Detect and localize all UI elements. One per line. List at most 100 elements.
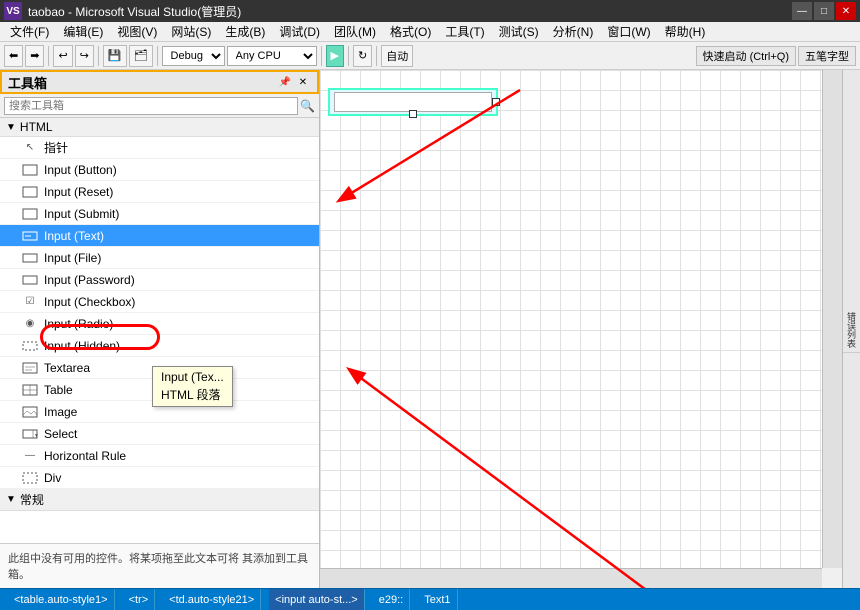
tooltip-item-input-text[interactable]: Input (Tex... bbox=[161, 369, 224, 385]
toolbar-sep-3 bbox=[157, 46, 158, 66]
title-bar-left: VS taobao - Microsoft Visual Studio(管理员) bbox=[4, 2, 241, 20]
menu-analyze[interactable]: 分析(N) bbox=[547, 21, 600, 42]
div-icon bbox=[20, 470, 40, 486]
canvas-grid[interactable] bbox=[320, 70, 822, 568]
toolbar: ⬅ ➡ ↩ ↪ 💾 🗂 Debug Any CPU ▶ ↻ 自动 快速启动 (C… bbox=[0, 42, 860, 70]
refresh-button[interactable]: ↻ bbox=[353, 45, 372, 67]
toolbox-item-input-password[interactable]: Input (Password) bbox=[0, 269, 319, 291]
font-button[interactable]: 五笔字型 bbox=[798, 46, 856, 66]
menu-debug[interactable]: 调试(D) bbox=[273, 21, 326, 42]
title-bar: VS taobao - Microsoft Visual Studio(管理员)… bbox=[0, 0, 860, 22]
nav-back-button[interactable]: ⬅ bbox=[4, 45, 23, 67]
toolbox-item-input-text[interactable]: Input (Text) bbox=[0, 225, 319, 247]
toolbox-group-general[interactable]: ▼ 常规 bbox=[0, 489, 319, 511]
status-input[interactable]: <input auto-st...> bbox=[269, 589, 365, 610]
select-icon: ▼ bbox=[20, 426, 40, 442]
close-button[interactable]: ✕ bbox=[836, 2, 856, 20]
toolbox-item-input-submit[interactable]: Input (Submit) bbox=[0, 203, 319, 225]
toolbox-title: 工具箱 bbox=[8, 73, 47, 92]
menu-help[interactable]: 帮助(H) bbox=[659, 21, 712, 42]
status-td[interactable]: <td.auto-style21> bbox=[163, 589, 261, 610]
toolbar-sep-5 bbox=[348, 46, 349, 66]
status-pos[interactable]: e29:: bbox=[373, 589, 410, 610]
menu-tools[interactable]: 工具(T) bbox=[439, 21, 490, 42]
cpu-platform-select[interactable]: Any CPU bbox=[227, 46, 317, 66]
title-bar-controls[interactable]: — □ ✕ bbox=[792, 2, 856, 20]
quick-start-button[interactable]: 快速启动 (Ctrl+Q) bbox=[696, 46, 796, 66]
group-html-label: HTML bbox=[20, 120, 53, 134]
toolbox-item-input-file[interactable]: Input (File) bbox=[0, 247, 319, 269]
toolbox-item-input-reset[interactable]: Input (Reset) bbox=[0, 181, 319, 203]
input-text-icon bbox=[20, 228, 40, 244]
right-panel-item-error[interactable]: 错误列表 bbox=[843, 308, 860, 353]
search-icon: 🔍 bbox=[300, 99, 315, 113]
toolbox-item-input-button[interactable]: Input (Button) bbox=[0, 159, 319, 181]
window-title: taobao - Microsoft Visual Studio(管理员) bbox=[28, 3, 241, 20]
tooltip-item-html-para[interactable]: HTML 段落 bbox=[161, 385, 224, 404]
right-sidebar: 错误列表 属 性 调 试 解决方案 bbox=[842, 70, 860, 588]
menu-format[interactable]: 格式(O) bbox=[384, 21, 437, 42]
group-general-label: 常规 bbox=[20, 491, 44, 508]
toolbox-item-input-hidden[interactable]: Input (Hidden) bbox=[0, 335, 319, 357]
input-checkbox-icon: ☑ bbox=[20, 294, 40, 310]
input-file-icon bbox=[20, 250, 40, 266]
menu-file[interactable]: 文件(F) bbox=[4, 21, 55, 42]
toolbox-item-pointer[interactable]: ↖ 指针 bbox=[0, 137, 319, 159]
toolbox-search-row: 🔍 bbox=[0, 94, 319, 118]
status-table[interactable]: <table.auto-style1> bbox=[8, 589, 115, 610]
save-button[interactable]: 💾 bbox=[103, 45, 127, 67]
toolbox-list: ▼ HTML ↖ 指针 Input (Button) Input (Reset) bbox=[0, 118, 319, 543]
toolbox-pin-button[interactable]: 📌 bbox=[277, 74, 293, 90]
status-tr[interactable]: <tr> bbox=[123, 589, 156, 610]
status-text[interactable]: Text1 bbox=[418, 589, 457, 610]
menu-build[interactable]: 生成(B) bbox=[219, 21, 271, 42]
input-reset-icon bbox=[20, 184, 40, 200]
undo-button[interactable]: ↩ bbox=[53, 45, 72, 67]
hr-icon: — bbox=[20, 448, 40, 464]
tooltip-box: Input (Tex... HTML 段落 bbox=[152, 366, 233, 407]
canvas-scrollbar-vertical[interactable] bbox=[822, 70, 842, 568]
toolbar-sep-4 bbox=[321, 46, 322, 66]
nav-forward-button[interactable]: ➡ bbox=[25, 45, 44, 67]
menu-test[interactable]: 测试(S) bbox=[493, 21, 545, 42]
toolbox-item-select[interactable]: ▼ Select bbox=[0, 423, 319, 445]
redo-button[interactable]: ↪ bbox=[75, 45, 94, 67]
toolbar-sep-2 bbox=[98, 46, 99, 66]
group-arrow-icon: ▼ bbox=[6, 122, 16, 133]
menu-view[interactable]: 视图(V) bbox=[111, 21, 163, 42]
menu-edit[interactable]: 编辑(E) bbox=[57, 21, 109, 42]
maximize-button[interactable]: □ bbox=[814, 2, 834, 20]
toolbox-search-input[interactable] bbox=[4, 97, 298, 115]
svg-text:▼: ▼ bbox=[34, 433, 38, 439]
minimize-button[interactable]: — bbox=[792, 2, 812, 20]
auto-button[interactable]: 自动 bbox=[381, 45, 413, 67]
canvas-input-element[interactable] bbox=[328, 88, 498, 116]
input-hidden-icon bbox=[20, 338, 40, 354]
design-area bbox=[320, 70, 842, 588]
menu-website[interactable]: 网站(S) bbox=[165, 21, 217, 42]
toolbox-panel: 工具箱 📌 ✕ 🔍 ▼ HTML ↖ 指针 bbox=[0, 70, 320, 588]
run-button[interactable]: ▶ bbox=[326, 45, 344, 67]
canvas-content bbox=[320, 70, 822, 568]
vs-logo: VS bbox=[4, 2, 22, 20]
toolbox-group-html[interactable]: ▼ HTML bbox=[0, 118, 319, 137]
save-all-button[interactable]: 🗂 bbox=[129, 45, 153, 67]
toolbar-sep-6 bbox=[376, 46, 377, 66]
toolbox-bottom-text: 此组中没有可用的控件。将某项拖至此文本可将 其添加到工具箱。 bbox=[0, 543, 319, 588]
main-area: 工具箱 📌 ✕ 🔍 ▼ HTML ↖ 指针 bbox=[0, 70, 860, 588]
input-password-icon bbox=[20, 272, 40, 288]
toolbox-item-input-radio[interactable]: ◉ Input (Radio) bbox=[0, 313, 319, 335]
debug-config-select[interactable]: Debug bbox=[162, 46, 225, 66]
toolbox-item-input-checkbox[interactable]: ☑ Input (Checkbox) bbox=[0, 291, 319, 313]
menu-window[interactable]: 窗口(W) bbox=[601, 21, 656, 42]
textarea-icon bbox=[20, 360, 40, 376]
group-general-arrow-icon: ▼ bbox=[6, 494, 16, 505]
menu-team[interactable]: 团队(M) bbox=[328, 21, 382, 42]
toolbox-item-div[interactable]: Div bbox=[0, 467, 319, 489]
toolbox-header-buttons[interactable]: 📌 ✕ bbox=[277, 74, 311, 90]
toolbox-close-button[interactable]: ✕ bbox=[295, 74, 311, 90]
toolbox-item-hr[interactable]: — Horizontal Rule bbox=[0, 445, 319, 467]
table-icon bbox=[20, 382, 40, 398]
canvas-scrollbar-horizontal[interactable] bbox=[320, 568, 822, 588]
toolbar-sep-1 bbox=[48, 46, 49, 66]
